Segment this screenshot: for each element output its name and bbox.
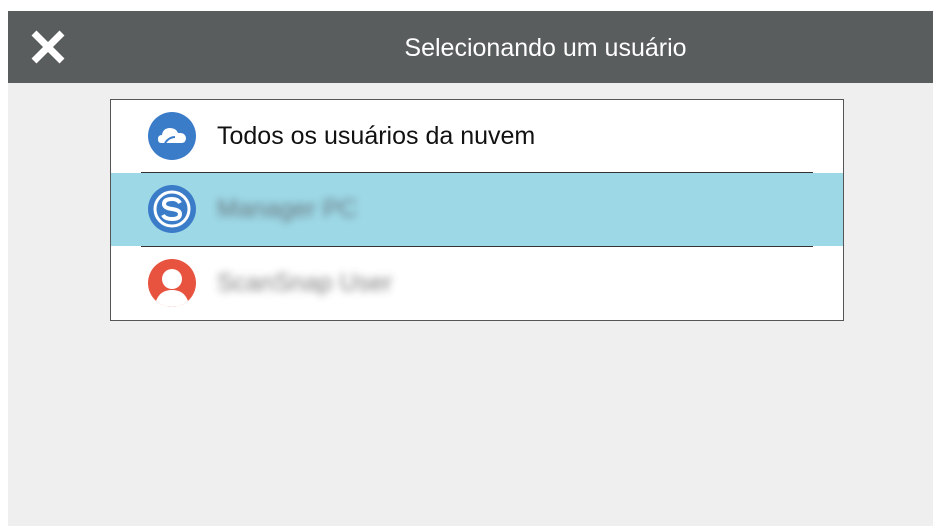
list-item-label: Todos os usuários da nuvem xyxy=(217,122,536,150)
list-item-scansnap-user[interactable]: ScanSnap User xyxy=(111,247,843,320)
user-select-screen: Selecionando um usuário Todos os usuário… xyxy=(8,11,933,526)
scansnap-s-icon xyxy=(148,185,196,233)
user-avatar-icon xyxy=(148,259,196,307)
page-title: Selecionando um usuário xyxy=(404,34,687,62)
list-item-label: ScanSnap User xyxy=(217,269,393,297)
cloud-icon xyxy=(148,112,196,160)
list-item-cloud-users[interactable]: Todos os usuários da nuvem xyxy=(111,100,843,173)
user-list: Todos os usuários da nuvem Manager PC Sc… xyxy=(110,99,844,321)
list-item-manager-pc[interactable]: Manager PC xyxy=(111,173,843,246)
list-item-label: Manager PC xyxy=(217,195,358,223)
title-bar: Selecionando um usuário xyxy=(8,11,933,83)
